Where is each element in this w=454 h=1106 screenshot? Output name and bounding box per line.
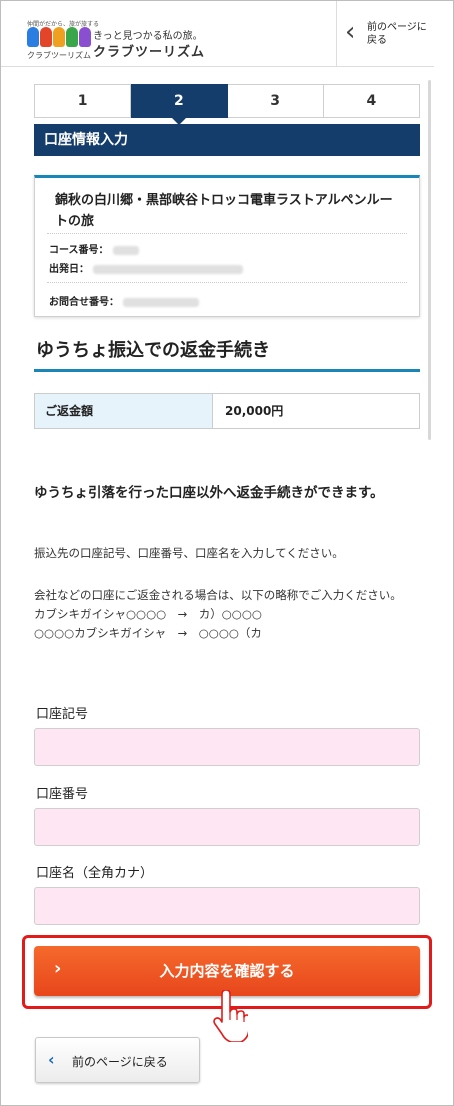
- tour-title: 錦秋の白川郷・黒部峡谷トロッコ電車ラストアルペンルートの旅: [55, 193, 393, 229]
- header-back-button[interactable]: ‹ 前のページに戻る: [336, 1, 434, 67]
- chevron-left-icon: ‹: [48, 1050, 55, 1069]
- logo-figures-icon: [27, 27, 91, 47]
- step-1: 1: [34, 84, 132, 118]
- scrollbar[interactable]: [428, 80, 431, 440]
- confirm-button[interactable]: › 入力内容を確認する: [34, 946, 420, 996]
- instruction-text: 振込先の口座記号、口座番号、口座名を入力してください。: [34, 546, 344, 560]
- account-name-label: 口座名（全角カナ）: [36, 866, 154, 881]
- abbreviation-note: 会社などの口座にご返金される場合は、以下の略称でご入力ください。 カブシキガイシ…: [34, 586, 424, 643]
- departure-label: 出発日：: [49, 264, 89, 275]
- divider: [47, 233, 407, 234]
- site-header: 仲間がだから、旅が旅する クラブツーリズム きっと見つかる私の旅。 クラブツーリ…: [1, 1, 434, 67]
- logo-tagline: きっと見つかる私の旅。: [93, 31, 203, 42]
- departure-row: 出発日：: [49, 260, 243, 275]
- course-number-label: コース番号：: [49, 245, 109, 256]
- section-title: 口座情報入力: [34, 124, 420, 156]
- note-line: 会社などの口座にご返金される場合は、以下の略称でご入力ください。: [34, 588, 402, 602]
- inquiry-label: お問合せ番号：: [49, 297, 119, 308]
- logo-sub-text: クラブツーリズム: [27, 51, 91, 60]
- confirm-button-label: 入力内容を確認する: [159, 962, 295, 980]
- course-number-redacted: [112, 245, 139, 255]
- step-3: 3: [227, 84, 324, 118]
- refund-amount-table: ご返金額 20,000円: [34, 393, 420, 429]
- pointer-hand-icon: [213, 990, 248, 1042]
- refund-label: ご返金額: [35, 394, 213, 428]
- page-heading: ゆうちょ振込での返金手続き: [34, 336, 420, 372]
- chevron-left-icon: ‹: [345, 17, 356, 47]
- note-line: ○○○○カブシキガイシャ → ○○○○（カ: [34, 626, 262, 640]
- step-4: 4: [323, 84, 420, 118]
- header-back-label: 前のページに戻る: [367, 22, 427, 46]
- back-button-label: 前のページに戻る: [72, 1055, 168, 1069]
- account-symbol-label: 口座記号: [36, 707, 89, 722]
- account-number-label: 口座番号: [36, 787, 89, 802]
- account-number-input[interactable]: [34, 808, 420, 846]
- site-logo[interactable]: 仲間がだから、旅が旅する クラブツーリズム きっと見つかる私の旅。 クラブツーリ…: [27, 19, 207, 61]
- course-number-row: コース番号：: [49, 241, 139, 256]
- divider: [47, 282, 407, 283]
- inquiry-redacted: [123, 297, 199, 307]
- logo-name: クラブツーリズム: [93, 45, 206, 60]
- tour-info-card: 錦秋の白川郷・黒部峡谷トロッコ電車ラストアルペンルートの旅 コース番号： 出発日…: [34, 175, 420, 317]
- note-line: カブシキガイシャ○○○○ → カ）○○○○: [34, 607, 262, 621]
- lead-text: ゆうちょ引落を行った口座以外へ返金手続きができます。: [34, 485, 384, 501]
- step-2-active: 2: [131, 84, 228, 125]
- refund-value: 20,000円: [225, 404, 284, 418]
- inquiry-row: お問合せ番号：: [49, 293, 199, 308]
- back-button[interactable]: ‹ 前のページに戻る: [35, 1037, 200, 1083]
- account-symbol-input[interactable]: [34, 728, 420, 766]
- account-name-input[interactable]: [34, 887, 420, 925]
- departure-redacted: [93, 264, 243, 274]
- step-indicator: 1 2 3 4: [34, 84, 420, 125]
